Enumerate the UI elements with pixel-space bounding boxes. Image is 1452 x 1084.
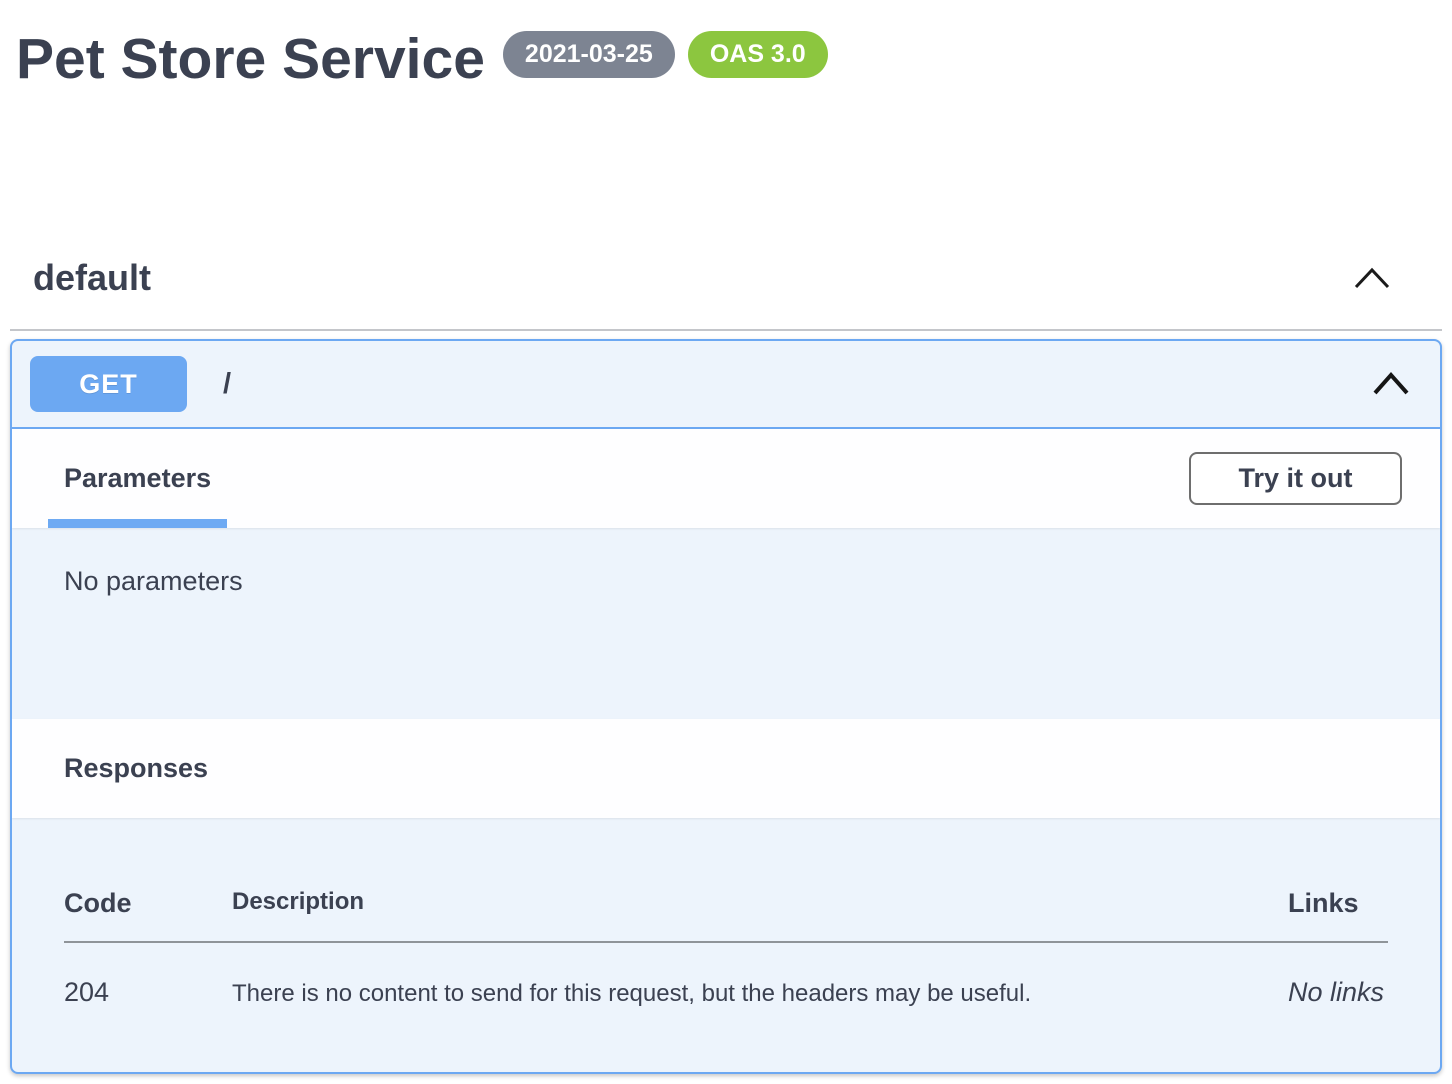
tab-parameters[interactable]: Parameters — [48, 429, 227, 528]
parameters-tab-header: Parameters Try it out — [12, 429, 1440, 528]
responses-table-header: Code Description Links — [64, 818, 1388, 943]
parameters-body: No parameters — [12, 528, 1440, 719]
column-header-code: Code — [64, 888, 232, 919]
parameters-tab-label: Parameters — [64, 463, 211, 494]
table-row: 204 There is no content to send for this… — [64, 943, 1388, 1008]
response-links: No links — [1288, 977, 1388, 1008]
tag-name: default — [33, 257, 151, 299]
active-tab-indicator — [48, 519, 227, 528]
response-description: There is no content to send for this req… — [232, 977, 1288, 1008]
oas-version-badge: OAS 3.0 — [688, 31, 828, 78]
version-badge: 2021-03-25 — [503, 31, 675, 78]
chevron-up-icon[interactable] — [1352, 265, 1392, 291]
responses-body: Code Description Links 204 There is no c… — [12, 818, 1440, 1072]
operation-summary[interactable]: GET / — [12, 341, 1440, 429]
chevron-up-icon[interactable] — [1372, 371, 1410, 397]
responses-title: Responses — [64, 753, 208, 784]
column-header-links: Links — [1288, 888, 1388, 919]
operation-block-get: GET / Parameters Try it out No parameter… — [10, 339, 1442, 1074]
no-parameters-text: No parameters — [64, 566, 1440, 597]
badge-group: 2021-03-25 OAS 3.0 — [503, 31, 828, 78]
operation-path: / — [223, 368, 231, 401]
http-method-badge: GET — [30, 356, 187, 412]
response-code: 204 — [64, 977, 232, 1008]
responses-section-header: Responses — [12, 719, 1440, 818]
api-info-header: Pet Store Service 2021-03-25 OAS 3.0 — [0, 0, 1452, 96]
page-title: Pet Store Service — [16, 22, 485, 96]
tag-section-header[interactable]: default — [10, 253, 1442, 331]
try-it-out-button[interactable]: Try it out — [1189, 452, 1402, 505]
column-header-description: Description — [232, 888, 1288, 919]
